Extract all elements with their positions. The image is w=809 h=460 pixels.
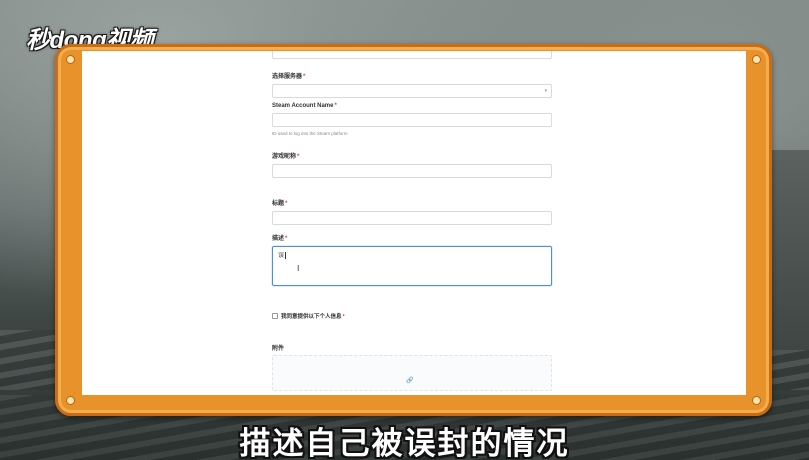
frame-rivet [752,396,761,405]
required-mark: * [285,236,288,242]
title-input[interactable] [272,211,552,225]
steam-account-field: Steam Account Name* ID used to log into … [272,103,552,136]
attachment-label: 附件 [272,346,285,352]
game-nickname-label: 游戏昵称* [272,154,300,160]
description-textarea[interactable]: 误 Ⅰ [272,246,552,286]
game-nickname-field: 游戏昵称* [272,151,552,182]
title-label: 标题* [272,201,288,207]
web-page: 选择服务器* ▾ Steam Account Name* ID used to … [82,51,746,395]
description-value: 误 [278,251,287,259]
description-label: 描述* [272,236,288,242]
text-cursor-icon: Ⅰ [297,264,300,273]
chevron-down-icon: ▾ [544,88,547,94]
frame-rivet [752,55,761,64]
required-mark: * [334,103,337,109]
steam-account-hint: ID used to log into the Steam platform [272,131,348,136]
server-select[interactable]: ▾ [272,84,552,98]
privacy-consent: 我同意提供以下个人信息* [272,307,562,328]
paperclip-icon: 🔗 [406,378,414,384]
server-field: 选择服务器* ▾ [272,71,552,98]
required-mark: * [342,313,345,320]
text-caret [285,251,287,259]
privacy-label: 我同意提供以下个人信息* [281,313,345,320]
server-label: 选择服务器* [272,74,306,80]
frame-rivet [66,396,75,405]
video-frame: 选择服务器* ▾ Steam Account Name* ID used to … [55,44,772,416]
video-subtitle: 描述自己被误封的情况 [239,426,570,460]
title-field: 标题* [272,198,552,225]
frame-rivet [66,55,75,64]
required-mark: * [303,74,306,80]
previous-field-input[interactable] [272,51,552,59]
required-mark: * [285,201,288,207]
required-mark: * [297,154,300,160]
game-nickname-input[interactable] [272,164,552,178]
steam-account-input[interactable] [272,113,552,127]
steam-account-label: Steam Account Name* [272,103,337,109]
privacy-checkbox[interactable] [272,312,278,319]
description-field: 描述* 误 Ⅰ [272,233,552,290]
attachment-dropzone[interactable]: 🔗 [272,355,552,391]
